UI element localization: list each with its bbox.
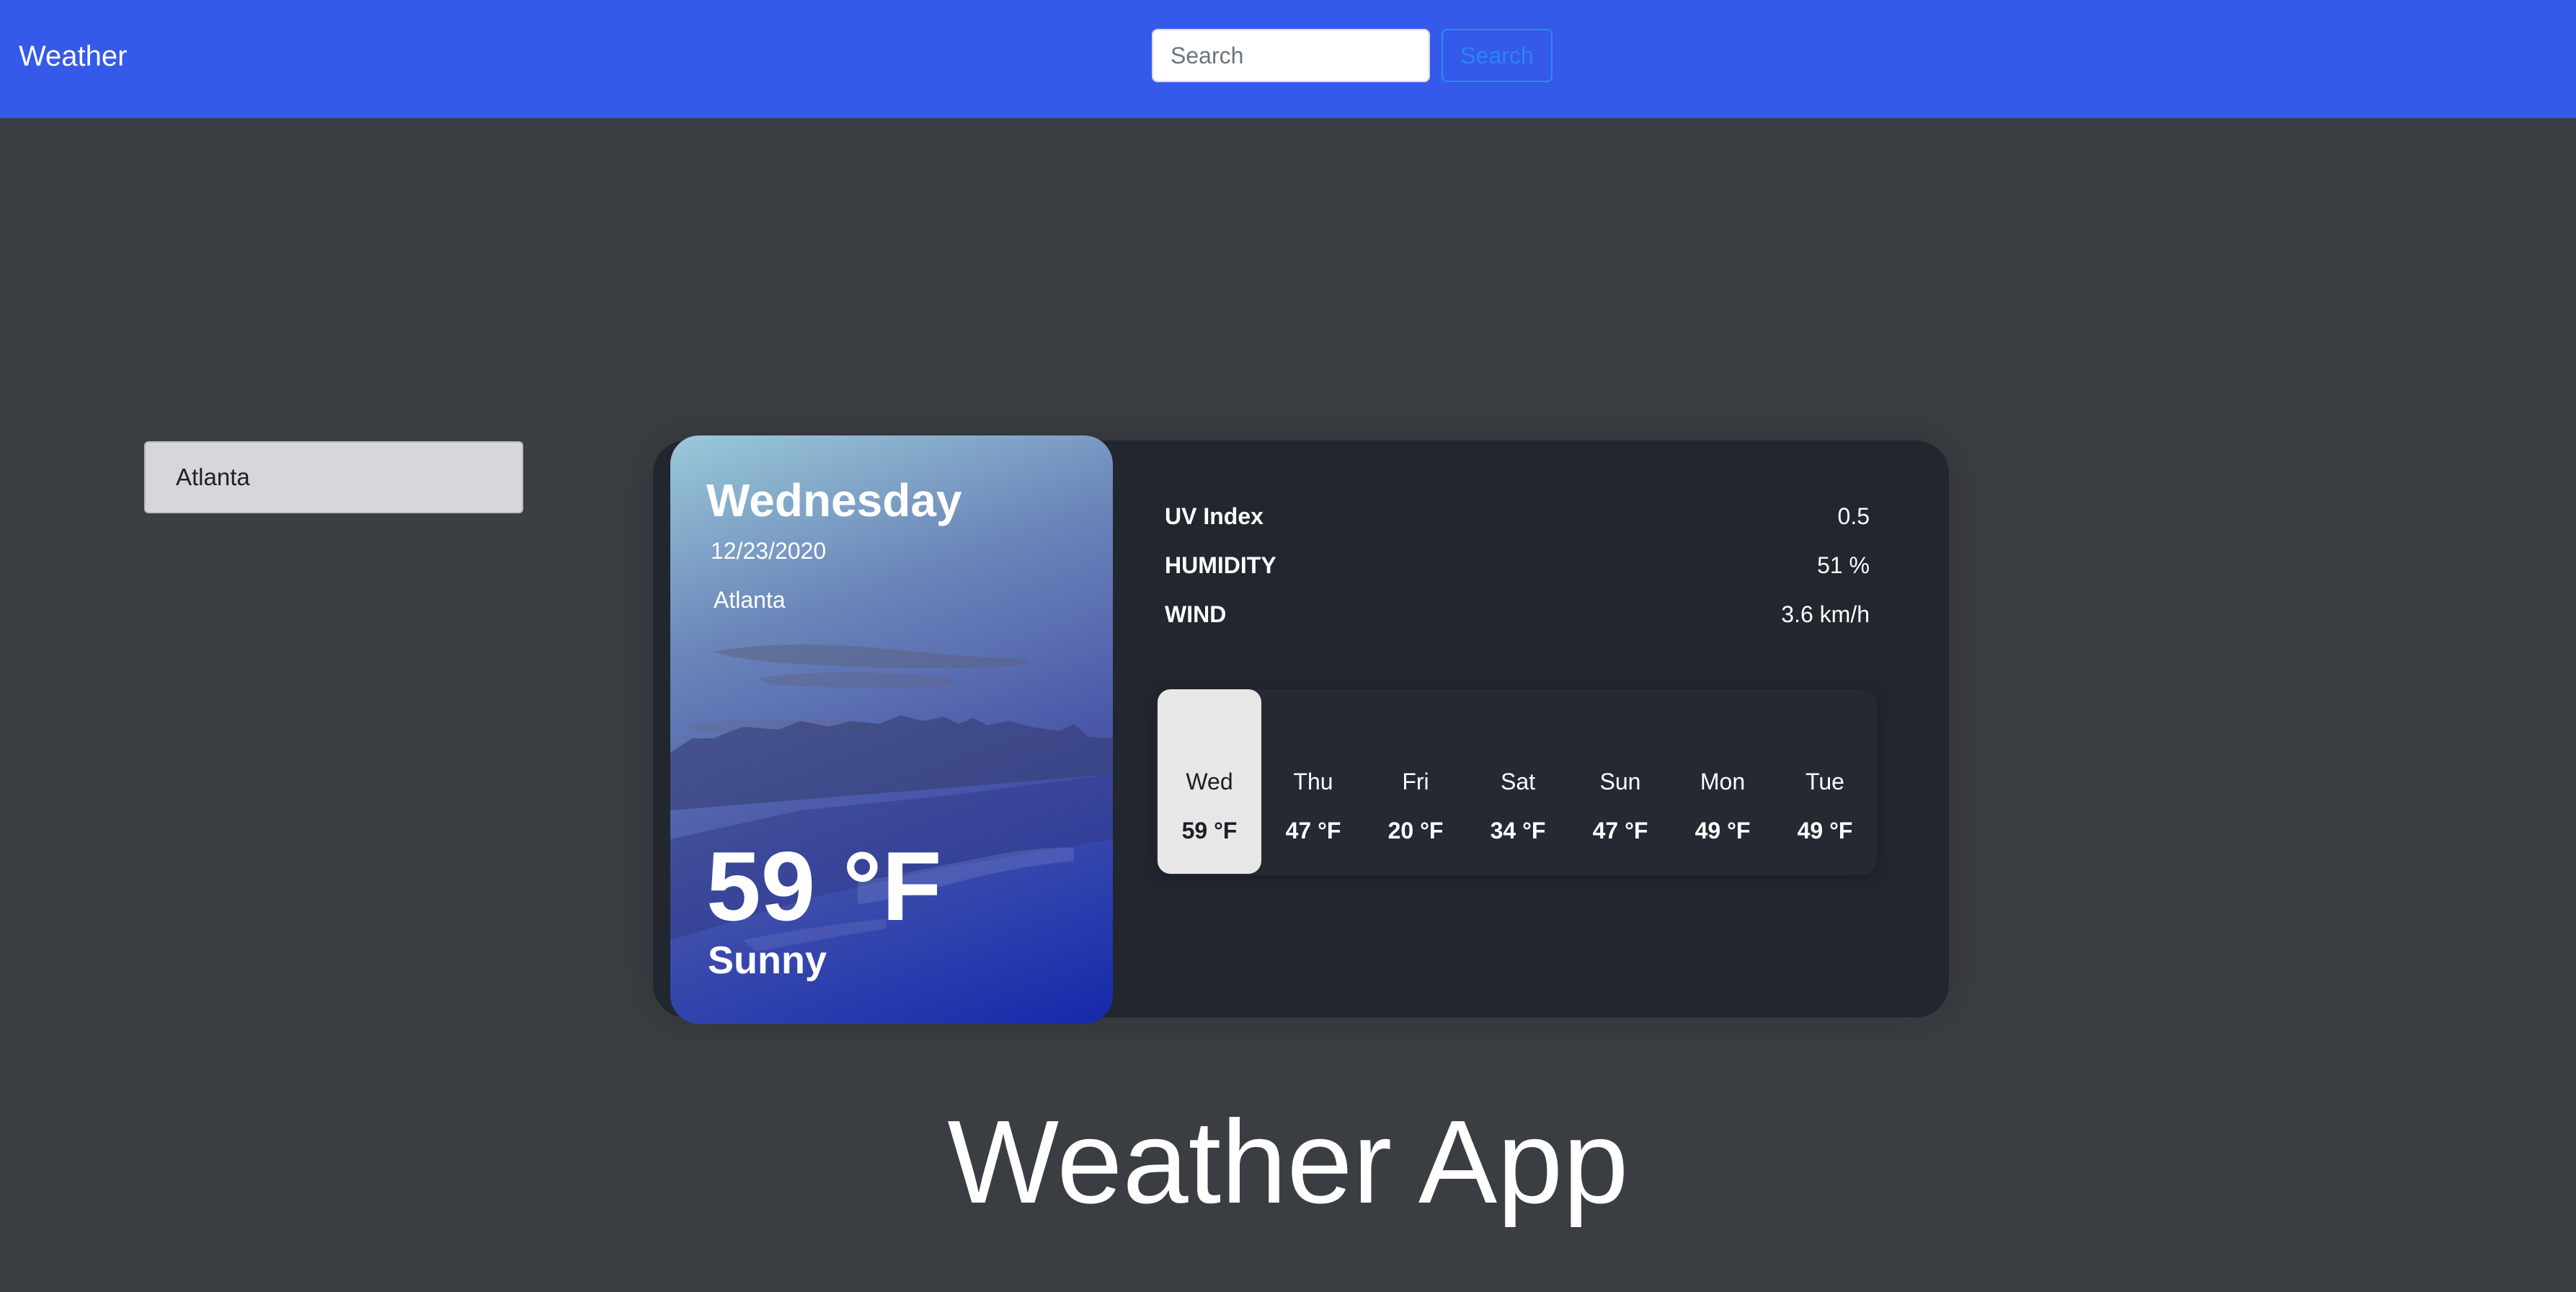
forecast-day-tue[interactable]: Tue 49 °F xyxy=(1773,689,1877,874)
info-row-wind: WIND 3.6 km/h xyxy=(1165,598,1870,631)
today-temperature: 59 °F xyxy=(706,831,942,941)
forecast-day-name: Sun xyxy=(1599,769,1641,795)
brand-link[interactable]: Weather xyxy=(19,37,127,75)
forecast-day-temp: 34 °F xyxy=(1490,818,1546,844)
forecast-day-temp: 20 °F xyxy=(1387,818,1444,844)
info-value: 51 % xyxy=(1817,552,1870,578)
today-day: Wednesday xyxy=(706,474,962,526)
forecast-day-name: Mon xyxy=(1700,769,1746,795)
app-title: Weather App xyxy=(947,1096,1629,1228)
today-panel: Wednesday 12/23/2020 Atlanta 59 °F Sunny xyxy=(670,435,1113,1024)
info-row-humidity: HUMIDITY 51 % xyxy=(1165,549,1870,582)
today-condition: Sunny xyxy=(708,939,827,982)
forecast-day-thu[interactable]: Thu 47 °F xyxy=(1261,689,1365,874)
forecast-day-sun[interactable]: Sun 47 °F xyxy=(1568,689,1672,874)
info-label: UV Index xyxy=(1165,503,1263,529)
forecast-day-name: Thu xyxy=(1293,769,1333,795)
forecast-day-wed[interactable]: Wed 59 °F xyxy=(1158,689,1261,874)
info-label: HUMIDITY xyxy=(1165,552,1276,578)
search-button[interactable]: Search xyxy=(1442,29,1553,82)
forecast-day-temp: 47 °F xyxy=(1285,818,1341,844)
info-value: 0.5 xyxy=(1837,503,1870,529)
today-city: Atlanta xyxy=(714,587,786,613)
forecast-day-name: Sat xyxy=(1500,769,1536,795)
forecast-day-temp: 49 °F xyxy=(1695,818,1751,844)
city-list-item-atlanta[interactable]: Atlanta xyxy=(144,441,523,513)
info-label: WIND xyxy=(1165,601,1227,627)
forecast-day-sat[interactable]: Sat 34 °F xyxy=(1466,689,1570,874)
info-row-uv-index: UV Index 0.5 xyxy=(1165,500,1870,533)
forecast-strip: Wed 59 °F Thu 47 °F Fri 20 °F Sat 34 °F … xyxy=(1156,689,1877,875)
forecast-day-name: Fri xyxy=(1402,769,1429,795)
forecast-day-temp: 47 °F xyxy=(1592,818,1648,844)
search-input[interactable] xyxy=(1152,29,1430,82)
info-value: 3.6 km/h xyxy=(1781,601,1870,627)
today-date: 12/23/2020 xyxy=(711,538,827,564)
forecast-day-mon[interactable]: Mon 49 °F xyxy=(1671,689,1775,874)
forecast-day-temp: 59 °F xyxy=(1181,818,1238,844)
forecast-day-name: Tue xyxy=(1806,769,1844,795)
forecast-day-temp: 49 °F xyxy=(1797,818,1853,844)
navbar: Weather Search xyxy=(0,0,2576,118)
forecast-day-fri[interactable]: Fri 20 °F xyxy=(1364,689,1467,874)
forecast-day-name: Wed xyxy=(1186,769,1233,795)
